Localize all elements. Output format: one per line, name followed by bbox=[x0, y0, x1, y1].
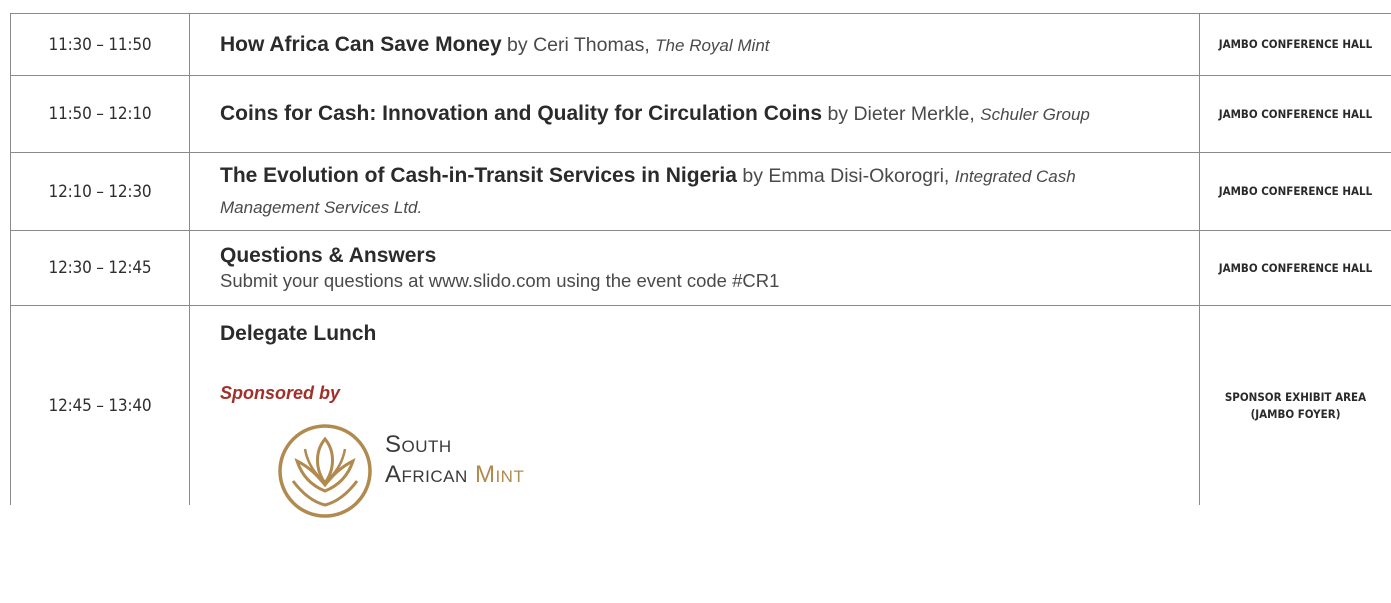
mint-emblem-icon bbox=[278, 424, 372, 518]
session-line: Coins for Cash: Innovation and Quality f… bbox=[220, 98, 1179, 130]
session-title: Delegate Lunch bbox=[220, 322, 377, 345]
logo-text-mint: Mint bbox=[474, 461, 525, 488]
table-row: 12:45 – 13:40 Delegate Lunch Sponsored b… bbox=[10, 305, 1391, 518]
sponsored-by-label: Sponsored by bbox=[220, 383, 341, 403]
session-details: Coins for Cash: Innovation and Quality f… bbox=[190, 76, 1200, 152]
session-subtitle: Submit your questions at www.slido.com u… bbox=[220, 270, 780, 291]
session-venue: JAMBO CONFERENCE HALL bbox=[1218, 260, 1373, 275]
agenda-table: 11:30 – 11:50 How Africa Can Save Money … bbox=[10, 13, 1391, 518]
session-details: The Evolution of Cash-in-Transit Service… bbox=[190, 153, 1200, 230]
south-african-mint-logo: South African Mint bbox=[275, 421, 1179, 518]
session-line: How Africa Can Save Money by Ceri Thomas… bbox=[220, 29, 1179, 61]
session-time: 11:50 – 12:10 bbox=[10, 76, 190, 152]
table-row: 12:30 – 12:45 Questions & Answers Submit… bbox=[10, 230, 1391, 305]
logo-text-line1: South bbox=[385, 431, 452, 458]
session-venue: JAMBO CONFERENCE HALL bbox=[1218, 106, 1373, 121]
session-details: Questions & Answers Submit your question… bbox=[190, 231, 1200, 305]
session-time: 12:45 – 13:40 bbox=[10, 306, 190, 505]
session-title: The Evolution of Cash-in-Transit Service… bbox=[220, 164, 737, 187]
session-speaker: by Ceri Thomas, bbox=[501, 33, 656, 56]
table-row: 11:50 – 12:10 Coins for Cash: Innovation… bbox=[10, 75, 1391, 152]
session-speaker: by Dieter Merkle, bbox=[822, 103, 981, 125]
table-row: 11:30 – 11:50 How Africa Can Save Money … bbox=[10, 13, 1391, 75]
session-title: Coins for Cash: Innovation and Quality f… bbox=[220, 102, 823, 125]
session-organization: Schuler Group bbox=[980, 105, 1090, 124]
session-time: 12:30 – 12:45 bbox=[10, 231, 190, 305]
session-venue: SPONSOR EXHIBIT AREA (JAMBO FOYER) bbox=[1224, 389, 1367, 421]
session-time: 12:10 – 12:30 bbox=[10, 153, 190, 230]
session-line: The Evolution of Cash-in-Transit Service… bbox=[220, 160, 1179, 223]
session-title: How Africa Can Save Money bbox=[220, 32, 502, 56]
session-venue: JAMBO CONFERENCE HALL bbox=[1218, 37, 1373, 51]
session-title: Questions & Answers bbox=[220, 244, 437, 267]
session-venue: JAMBO CONFERENCE HALL bbox=[1218, 184, 1373, 198]
session-speaker: by Emma Disi-Okorogri, bbox=[736, 165, 955, 187]
session-time: 11:30 – 11:50 bbox=[10, 14, 190, 75]
session-details: How Africa Can Save Money by Ceri Thomas… bbox=[190, 14, 1200, 75]
session-organization: The Royal Mint bbox=[655, 35, 770, 55]
logo-text-line2: African Mint bbox=[385, 459, 524, 490]
session-details: Delegate Lunch Sponsored by South Africa… bbox=[190, 306, 1200, 518]
table-row: 12:10 – 12:30 The Evolution of Cash-in-T… bbox=[10, 152, 1391, 230]
logo-text-african: African bbox=[385, 461, 475, 488]
